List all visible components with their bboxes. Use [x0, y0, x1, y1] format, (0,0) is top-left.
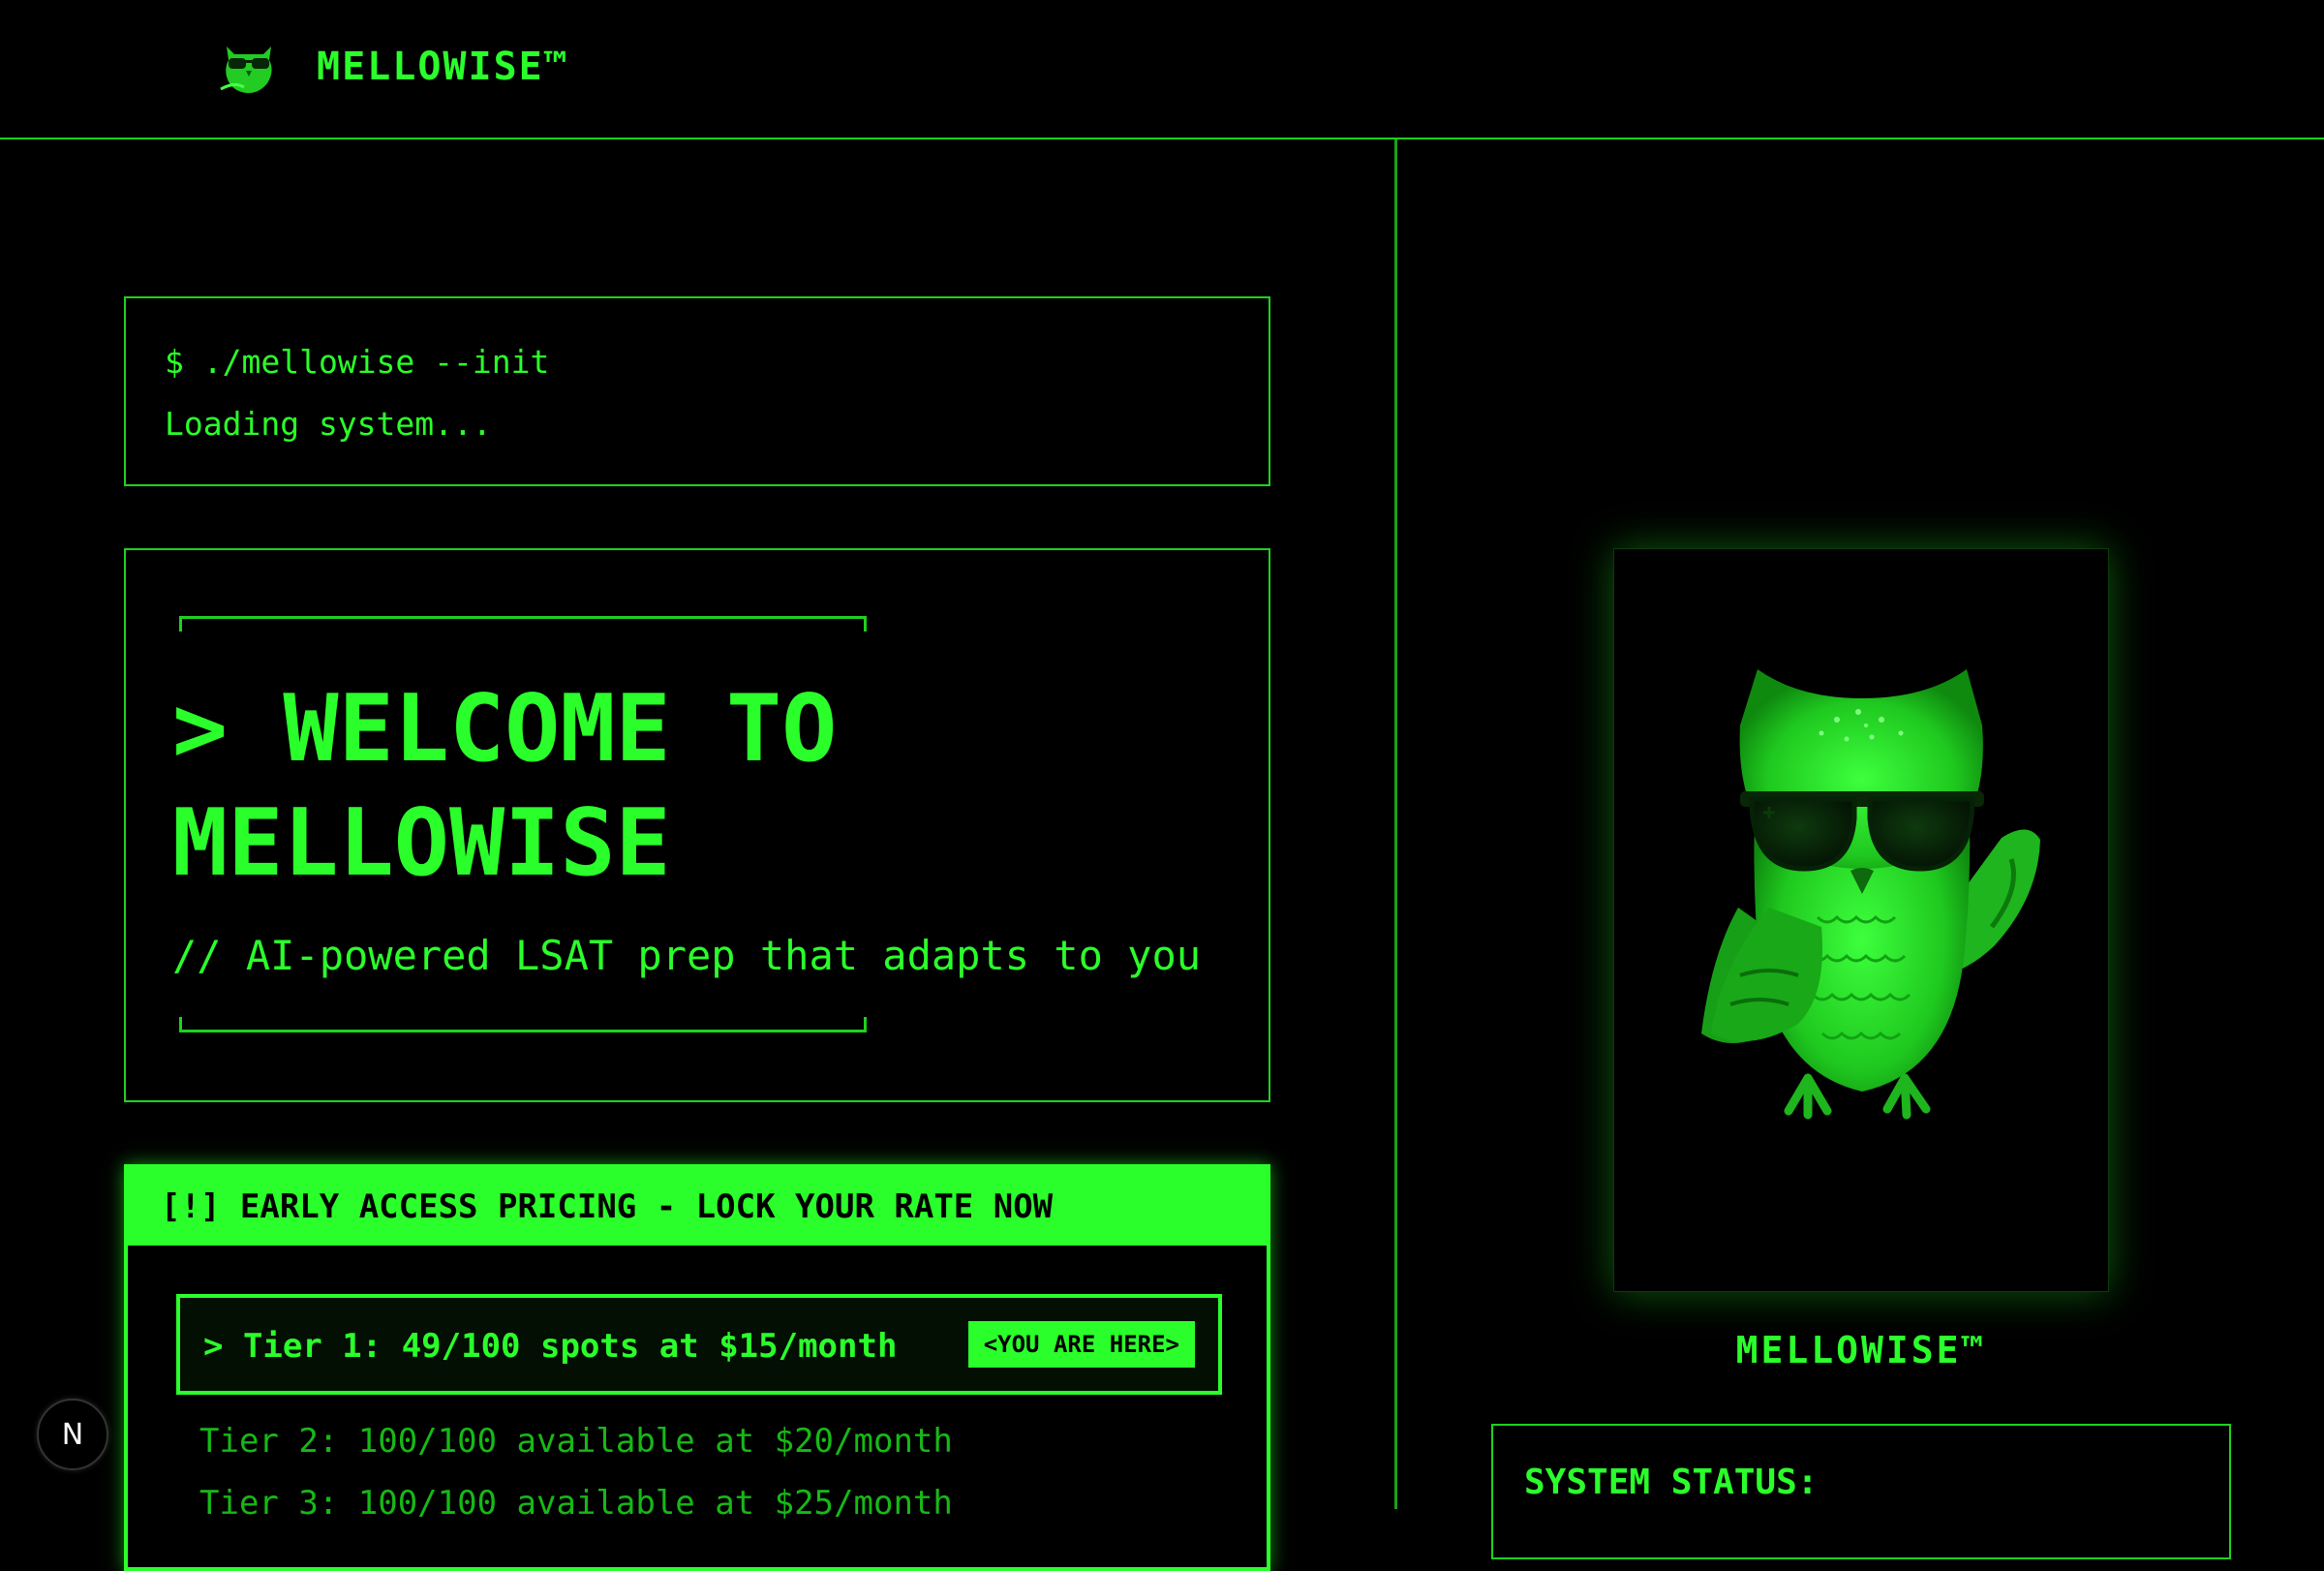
brand-name[interactable]: MELLOWISE™ [317, 45, 569, 89]
mascot-caption: MELLOWISE™ [1735, 1329, 1987, 1371]
system-status-title: SYSTEM STATUS: [1524, 1463, 1819, 1502]
tier-1-row[interactable]: > Tier 1: 49/100 spots at $15/month <YOU… [176, 1294, 1222, 1395]
top-header: MELLOWISE™ [0, 0, 2324, 139]
pricing-banner-text: [!] EARLY ACCESS PRICING - LOCK YOUR RAT… [161, 1187, 1054, 1226]
tier-3-row[interactable]: Tier 3: 100/100 available at $25/month [199, 1484, 953, 1523]
terminal-command: $ ./mellowise --init [165, 343, 550, 381]
column-divider [1394, 139, 1397, 1509]
tier-1-label: > Tier 1: 49/100 spots at $15/month [203, 1327, 898, 1366]
bracket-top-divider [179, 616, 867, 631]
pricing-panel: [!] EARLY ACCESS PRICING - LOCK YOUR RAT… [124, 1164, 1270, 1571]
pricing-banner: [!] EARLY ACCESS PRICING - LOCK YOUR RAT… [128, 1168, 1267, 1246]
terminal-box: $ ./mellowise --init Loading system... [124, 296, 1270, 486]
welcome-panel: > WELCOME TO MELLOWISE // AI-powered LSA… [124, 548, 1270, 1102]
system-status-panel: SYSTEM STATUS: [1491, 1424, 2231, 1559]
tier-2-row[interactable]: Tier 2: 100/100 available at $20/month [199, 1422, 953, 1461]
owl-mascot-illustration [1701, 669, 2040, 1120]
owl-logo-icon[interactable] [215, 39, 283, 95]
terminal-status: Loading system... [165, 405, 492, 443]
mascot-frame [1613, 548, 2109, 1292]
you-are-here-badge: <YOU ARE HERE> [967, 1321, 1195, 1368]
welcome-title: > WELCOME TO MELLOWISE [172, 676, 838, 897]
dev-tools-badge[interactable]: N [37, 1399, 108, 1470]
welcome-subtitle: // AI-powered LSAT prep that adapts to y… [172, 932, 1202, 979]
dev-tools-badge-label: N [61, 1418, 84, 1452]
bracket-bottom-divider [179, 1017, 867, 1032]
